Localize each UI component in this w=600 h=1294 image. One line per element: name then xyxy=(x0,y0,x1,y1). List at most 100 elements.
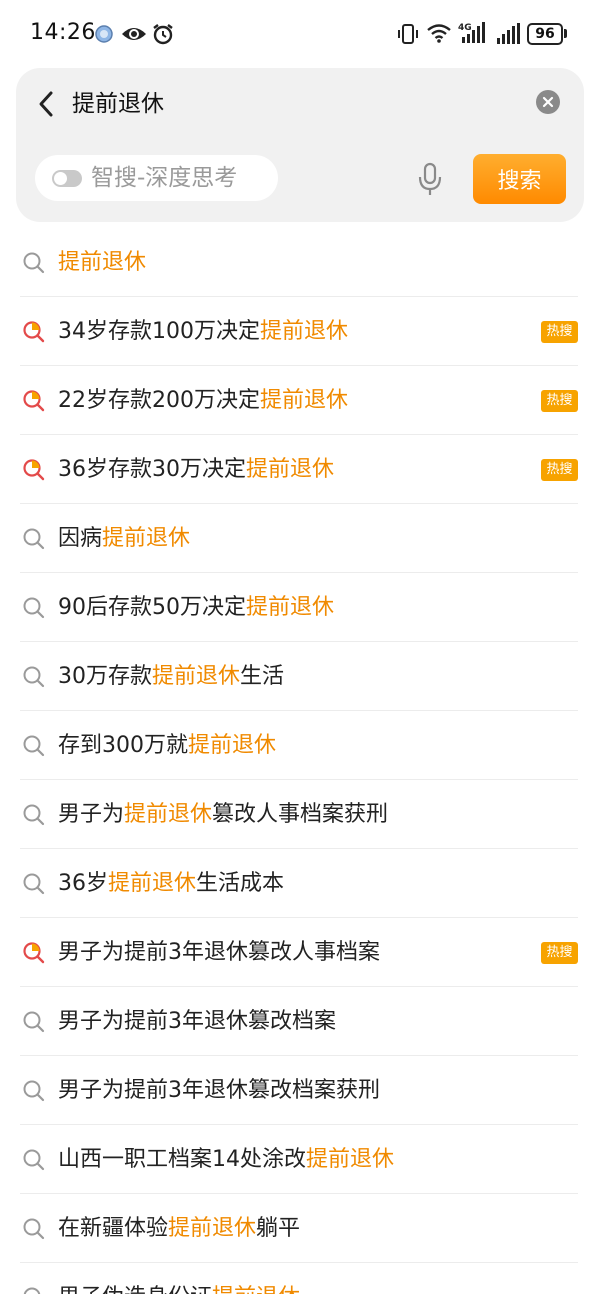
suggestion-segment: 男子为提前3年退休篡改档案获刑 xyxy=(58,1078,380,1103)
suggestion-segment: 男子为提前3年退休篡改人事档案 xyxy=(58,940,380,965)
suggestion-text: 男子为提前3年退休篡改档案获刑 xyxy=(58,1056,380,1125)
microphone-icon[interactable] xyxy=(418,162,442,196)
toggle-switch[interactable] xyxy=(52,170,82,187)
suggestion-text: 因病提前退休 xyxy=(58,504,190,573)
suggestion-row[interactable]: 30万存款提前退休生活 xyxy=(0,642,600,711)
deep-think-toggle[interactable]: 智搜-深度思考 xyxy=(35,155,278,201)
suggestion-text: 男子为提前3年退休篡改档案 xyxy=(58,987,336,1056)
suggestion-list: 提前退休 34岁存款100万决定提前退休 热搜 22岁存款200万决定提前退休 热搜 36… xyxy=(0,228,600,1294)
suggestion-row[interactable]: 22岁存款200万决定提前退休 热搜 xyxy=(0,366,600,435)
eye-icon xyxy=(122,28,146,40)
suggestion-segment: 生活成本 xyxy=(196,871,285,896)
deep-think-label: 智搜-深度思考 xyxy=(91,165,238,191)
search-icon xyxy=(23,1011,45,1033)
suggestion-row[interactable]: 男子为提前3年退休篡改档案获刑 xyxy=(0,1056,600,1125)
suggestion-row[interactable]: 36岁存款30万决定提前退休 热搜 xyxy=(0,435,600,504)
suggestion-row[interactable]: 90后存款50万决定提前退休 xyxy=(0,573,600,642)
suggestion-text: 在新疆体验提前退休躺平 xyxy=(58,1194,300,1263)
suggestion-row[interactable]: 存到300万就提前退休 xyxy=(0,711,600,780)
suggestion-text: 36岁存款30万决定提前退休 xyxy=(58,435,334,504)
suggestion-highlight: 提前退休 xyxy=(260,319,349,344)
clear-icon[interactable] xyxy=(536,90,560,114)
back-arrow-icon[interactable] xyxy=(34,90,58,118)
suggestion-text: 男子伪造身份证提前退休 xyxy=(58,1263,300,1294)
suggestion-segment: 36岁存款30万决定 xyxy=(58,457,246,482)
suggestion-text: 男子为提前3年退休篡改人事档案 xyxy=(58,918,380,987)
suggestion-row[interactable]: 男子为提前退休篡改人事档案获刑 xyxy=(0,780,600,849)
suggestion-highlight: 提前退休 xyxy=(260,388,349,413)
search-input[interactable] xyxy=(72,86,512,122)
suggestion-text: 存到300万就提前退休 xyxy=(58,711,276,780)
suggestion-row[interactable]: 男子为提前3年退休篡改人事档案 热搜 xyxy=(0,918,600,987)
vibrate-icon xyxy=(398,24,418,44)
suggestion-text: 山西一职工档案14处涂改提前退休 xyxy=(58,1125,394,1194)
search-icon xyxy=(23,252,45,274)
suggestion-segment: 30万存款 xyxy=(58,664,152,689)
suggestion-highlight: 提前退休 xyxy=(306,1147,395,1172)
suggestion-segment: 篡改人事档案获刑 xyxy=(212,802,389,827)
suggestion-segment: 躺平 xyxy=(256,1216,301,1241)
suggestion-segment: 因病 xyxy=(58,526,103,551)
suggestion-segment: 存到300万就 xyxy=(58,733,188,758)
suggestion-highlight: 提前退休 xyxy=(246,595,335,620)
suggestion-segment: 男子伪造身份证 xyxy=(58,1285,212,1294)
search-icon xyxy=(23,597,45,619)
search-icon xyxy=(23,1149,45,1171)
search-icon xyxy=(23,873,45,895)
suggestion-text: 36岁提前退休生活成本 xyxy=(58,849,284,918)
search-icon xyxy=(23,528,45,550)
hot-search-icon xyxy=(23,459,45,481)
battery-icon: 96 xyxy=(527,23,563,45)
suggestion-highlight: 提前退休 xyxy=(188,733,277,758)
suggestion-segment: 男子为提前3年退休篡改档案 xyxy=(58,1009,336,1034)
hot-badge: 热搜 xyxy=(541,390,578,412)
search-icon xyxy=(23,804,45,826)
suggestion-row[interactable]: 提前退休 xyxy=(0,228,600,297)
alarm-icon xyxy=(153,24,173,45)
suggestion-row[interactable]: 因病提前退休 xyxy=(0,504,600,573)
suggestion-segment: 90后存款50万决定 xyxy=(58,595,246,620)
suggestion-row[interactable]: 男子伪造身份证提前退休 xyxy=(0,1263,600,1294)
search-icon xyxy=(23,735,45,757)
suggestion-text: 90后存款50万决定提前退休 xyxy=(58,573,334,642)
suggestion-segment: 在新疆体验 xyxy=(58,1216,169,1241)
hot-search-icon xyxy=(23,321,45,343)
svg-text:4G: 4G xyxy=(458,23,472,33)
suggestion-row[interactable]: 在新疆体验提前退休躺平 xyxy=(0,1194,600,1263)
search-icon xyxy=(23,666,45,688)
suggestion-highlight: 提前退休 xyxy=(102,526,191,551)
wifi-icon xyxy=(427,24,451,43)
battery-tip xyxy=(564,29,567,38)
suggestion-highlight: 提前退休 xyxy=(108,871,197,896)
suggestion-text: 提前退休 xyxy=(58,228,146,297)
suggestion-highlight: 提前退休 xyxy=(152,664,241,689)
suggestion-text: 30万存款提前退休生活 xyxy=(58,642,284,711)
suggestion-row[interactable]: 男子为提前3年退休篡改档案 xyxy=(0,987,600,1056)
suggestion-highlight: 提前退休 xyxy=(168,1216,257,1241)
hot-badge: 热搜 xyxy=(541,321,578,343)
suggestion-highlight: 提前退休 xyxy=(58,250,147,275)
suggestion-text: 34岁存款100万决定提前退休 xyxy=(58,297,348,366)
toggle-knob xyxy=(54,172,67,185)
hot-badge: 热搜 xyxy=(541,459,578,481)
suggestion-highlight: 提前退休 xyxy=(124,802,213,827)
suggestion-segment: 男子为 xyxy=(58,802,125,827)
hot-search-icon xyxy=(23,942,45,964)
suggestion-segment: 34岁存款100万决定 xyxy=(58,319,260,344)
suggestion-row[interactable]: 山西一职工档案14处涂改提前退休 xyxy=(0,1125,600,1194)
signal-icon xyxy=(497,23,520,44)
suggestion-segment: 生活 xyxy=(240,664,285,689)
suggestion-segment: 36岁 xyxy=(58,871,108,896)
suggestion-highlight: 提前退休 xyxy=(246,457,335,482)
location-dot-icon xyxy=(95,25,113,43)
suggestion-row[interactable]: 36岁提前退休生活成本 xyxy=(0,849,600,918)
suggestion-row[interactable]: 34岁存款100万决定提前退休 热搜 xyxy=(0,297,600,366)
suggestion-segment: 22岁存款200万决定 xyxy=(58,388,260,413)
search-icon xyxy=(23,1080,45,1102)
search-button[interactable]: 搜索 xyxy=(473,154,566,204)
suggestion-highlight: 提前退休 xyxy=(212,1285,300,1294)
status-bar: 14:26 4G 96 xyxy=(0,0,600,68)
suggestion-text: 男子为提前退休篡改人事档案获刑 xyxy=(58,780,388,849)
4g-signal-icon: 4G xyxy=(458,22,485,43)
hot-search-icon xyxy=(23,390,45,412)
